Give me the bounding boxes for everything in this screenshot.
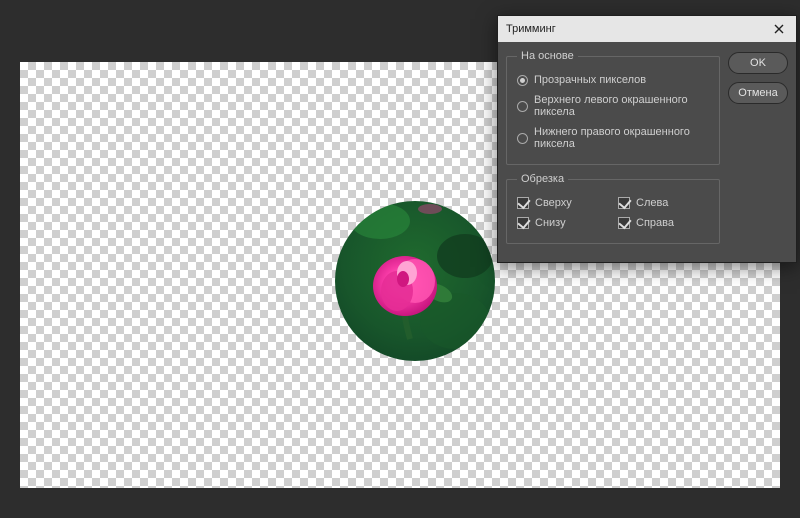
- checkbox-icon: [618, 197, 630, 209]
- checkbox-icon: [517, 217, 529, 229]
- check-label: Снизу: [535, 217, 566, 229]
- rose-image: [335, 201, 495, 361]
- trim-dialog: Тримминг На основе Прозрачных пикселов В…: [497, 15, 797, 263]
- radio-icon: [517, 75, 528, 86]
- trim-away-legend: Обрезка: [517, 173, 568, 185]
- radio-transparent-pixels[interactable]: Прозрачных пикселов: [517, 70, 709, 90]
- dialog-body: На основе Прозрачных пикселов Верхнего л…: [498, 42, 796, 262]
- ok-button[interactable]: OK: [728, 52, 788, 74]
- based-on-group: На основе Прозрачных пикселов Верхнего л…: [506, 50, 720, 165]
- check-label: Сверху: [535, 197, 572, 209]
- radio-label: Прозрачных пикселов: [534, 74, 646, 86]
- dialog-titlebar[interactable]: Тримминг: [498, 16, 796, 42]
- check-label: Справа: [636, 217, 674, 229]
- radio-bottom-right-pixel[interactable]: Нижнего правого окрашенного пиксела: [517, 122, 709, 154]
- radio-top-left-pixel[interactable]: Верхнего левого окрашенного пиксела: [517, 90, 709, 122]
- radio-icon: [517, 133, 528, 144]
- close-button[interactable]: [770, 20, 788, 38]
- trim-away-grid: Сверху Слева Снизу Справа: [517, 193, 709, 233]
- checkbox-icon: [618, 217, 630, 229]
- check-bottom[interactable]: Снизу: [517, 213, 608, 233]
- check-left[interactable]: Слева: [618, 193, 709, 213]
- check-right[interactable]: Справа: [618, 213, 709, 233]
- dialog-options-column: На основе Прозрачных пикселов Верхнего л…: [506, 50, 720, 252]
- based-on-legend: На основе: [517, 50, 578, 62]
- layer-content-rose: [335, 201, 495, 361]
- check-top[interactable]: Сверху: [517, 193, 608, 213]
- dialog-buttons-column: OK Отмена: [728, 50, 788, 252]
- checkbox-icon: [517, 197, 529, 209]
- radio-label: Нижнего правого окрашенного пиксела: [534, 126, 709, 150]
- check-label: Слева: [636, 197, 668, 209]
- radio-icon: [517, 101, 528, 112]
- dialog-title: Тримминг: [506, 23, 556, 35]
- radio-label: Верхнего левого окрашенного пиксела: [534, 94, 709, 118]
- cancel-button[interactable]: Отмена: [728, 82, 788, 104]
- close-icon: [774, 24, 784, 34]
- trim-away-group: Обрезка Сверху Слева Снизу: [506, 173, 720, 244]
